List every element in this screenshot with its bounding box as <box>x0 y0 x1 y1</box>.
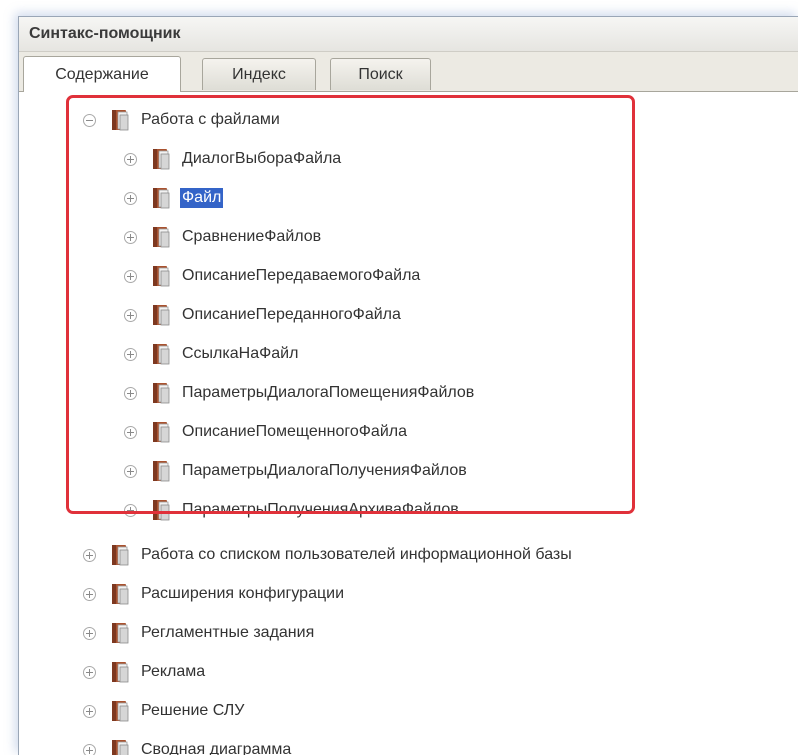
book-icon <box>110 661 130 683</box>
tree-item-label: ДиалогВыбораФайла <box>180 149 343 169</box>
tree-item-label: Работа со списком пользователей информац… <box>139 545 574 565</box>
tree-item-label: ПараметрыДиалогаПолученияФайлов <box>180 461 469 481</box>
tree-item-label: СравнениеФайлов <box>180 227 323 247</box>
tree-item[interactable]: СравнениеФайлов <box>124 223 323 251</box>
window-titlebar: Синтакс-помощник <box>19 17 798 52</box>
book-icon <box>151 226 171 248</box>
tab-contents[interactable]: Содержание <box>23 56 181 92</box>
book-icon <box>110 544 130 566</box>
plus-circle-icon[interactable] <box>124 270 137 283</box>
tree-item-label: Решение СЛУ <box>139 701 246 721</box>
tree-item[interactable]: ОписаниеПередаваемогоФайла <box>124 262 422 290</box>
book-icon <box>151 265 171 287</box>
tree-item[interactable]: СсылкаНаФайл <box>124 340 300 368</box>
tree-item[interactable]: ОписаниеПереданногоФайла <box>124 301 403 329</box>
book-icon <box>151 343 171 365</box>
tree-section[interactable]: Реклама <box>83 658 207 686</box>
plus-circle-icon[interactable] <box>124 387 137 400</box>
tree-section-work-with-files[interactable]: Работа с файлами <box>83 106 282 134</box>
book-icon <box>151 187 171 209</box>
tree-item-label: ОписаниеПомещенногоФайла <box>180 422 409 442</box>
plus-circle-icon[interactable] <box>124 231 137 244</box>
tree-item-label: ОписаниеПередаваемогоФайла <box>180 266 422 286</box>
tree-section[interactable]: Решение СЛУ <box>83 697 246 725</box>
book-icon <box>110 739 130 755</box>
window-title: Синтакс-помощник <box>29 25 180 43</box>
tree-item[interactable]: ДиалогВыбораФайла <box>124 145 343 173</box>
tree-section[interactable]: Регламентные задания <box>83 619 316 647</box>
tree-item-label: Работа с файлами <box>139 110 282 130</box>
book-icon <box>151 499 171 521</box>
plus-circle-icon[interactable] <box>83 627 96 640</box>
tree-item-selected[interactable]: Файл <box>124 184 223 212</box>
tree-item-label: ПараметрыДиалогаПомещенияФайлов <box>180 383 476 403</box>
book-icon <box>110 583 130 605</box>
tree-section[interactable]: Работа со списком пользователей информац… <box>83 541 574 569</box>
book-icon <box>151 382 171 404</box>
tab-strip: Содержание Индекс Поиск <box>19 52 798 92</box>
tree-item-label: СсылкаНаФайл <box>180 344 300 364</box>
plus-circle-icon[interactable] <box>124 504 137 517</box>
plus-circle-icon[interactable] <box>124 192 137 205</box>
book-icon <box>110 109 130 131</box>
tree-item-label: Регламентные задания <box>139 623 316 643</box>
tree-item[interactable]: ОписаниеПомещенногоФайла <box>124 418 409 446</box>
tree-section[interactable]: Расширения конфигурации <box>83 580 346 608</box>
book-icon <box>151 304 171 326</box>
tree-section[interactable]: Сводная диаграмма <box>83 736 293 755</box>
plus-circle-icon[interactable] <box>124 309 137 322</box>
plus-circle-icon[interactable] <box>83 744 96 755</box>
contents-tree: Работа с файлами ДиалогВыбораФайла Файл … <box>19 92 798 755</box>
tab-index[interactable]: Индекс <box>202 58 316 90</box>
book-icon <box>151 460 171 482</box>
plus-circle-icon[interactable] <box>124 465 137 478</box>
plus-circle-icon[interactable] <box>83 588 96 601</box>
plus-circle-icon[interactable] <box>83 705 96 718</box>
tab-search[interactable]: Поиск <box>330 58 431 90</box>
syntax-helper-window: Синтакс-помощник Содержание Индекс Поиск… <box>18 16 798 755</box>
tree-item-label: Файл <box>180 188 223 208</box>
tree-item-label: ОписаниеПереданногоФайла <box>180 305 403 325</box>
book-icon <box>151 148 171 170</box>
book-icon <box>110 700 130 722</box>
plus-circle-icon[interactable] <box>83 549 96 562</box>
plus-circle-icon[interactable] <box>83 666 96 679</box>
plus-circle-icon[interactable] <box>124 426 137 439</box>
plus-circle-icon[interactable] <box>124 348 137 361</box>
tree-item-label: Реклама <box>139 662 207 682</box>
tree-item-label: ПараметрыПолученияАрхиваФайлов <box>180 500 461 520</box>
book-icon <box>151 421 171 443</box>
tree-item[interactable]: ПараметрыДиалогаПомещенияФайлов <box>124 379 476 407</box>
tree-item[interactable]: ПараметрыПолученияАрхиваФайлов <box>124 496 461 524</box>
tree-item-label: Расширения конфигурации <box>139 584 346 604</box>
tree-item[interactable]: ПараметрыДиалогаПолученияФайлов <box>124 457 469 485</box>
book-icon <box>110 622 130 644</box>
tree-item-label: Сводная диаграмма <box>139 740 293 755</box>
plus-circle-icon[interactable] <box>124 153 137 166</box>
minus-circle-icon[interactable] <box>83 114 96 127</box>
